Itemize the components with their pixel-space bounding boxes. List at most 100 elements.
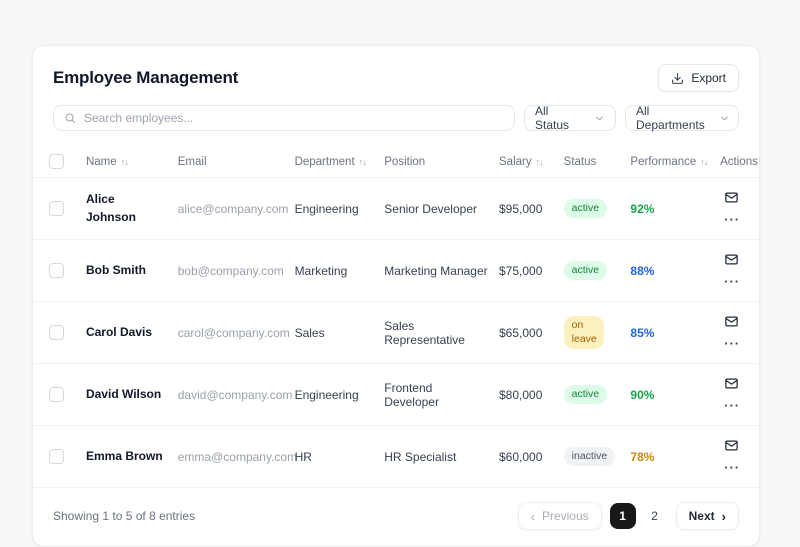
performance-value: 90% <box>630 387 655 402</box>
page-button-1[interactable]: 1 <box>609 503 636 529</box>
row-checkbox[interactable] <box>49 201 64 216</box>
column-header-position: Position <box>379 146 494 178</box>
actions-cell: ··· <box>715 363 759 426</box>
table-body: Alice Johnson alice@company.com Engineerin… <box>33 177 759 488</box>
column-header-department[interactable]: Department ↑↓ <box>289 146 380 178</box>
more-actions-button[interactable]: ··· <box>720 334 744 353</box>
previous-label: Previous <box>541 509 589 523</box>
employee-department: Engineering <box>289 177 380 240</box>
employee-email: david@company.com <box>172 363 292 426</box>
table-header-row: Name ↑↓ Email Department ↑↓ Position Salary ↑↓ S… <box>33 146 759 178</box>
employee-department: Sales <box>289 301 380 364</box>
employee-name: Emma Brown <box>80 425 173 488</box>
row-select-cell <box>33 363 81 426</box>
column-header-status: Status <box>558 146 626 178</box>
table-row: David Wilson david@company.com Engineering… <box>33 363 759 426</box>
column-label: Status <box>563 155 597 168</box>
status-badge: active <box>563 384 608 405</box>
employee-department: Engineering <box>289 363 380 426</box>
employee-salary: $60,000 <box>494 425 559 488</box>
envelope-icon <box>725 192 738 203</box>
status-badge: on leave <box>563 315 604 350</box>
more-actions-button[interactable]: ··· <box>720 272 744 291</box>
email-button[interactable] <box>720 312 743 334</box>
actions-cell: ··· <box>715 239 759 302</box>
previous-page-button[interactable]: ‹ Previous <box>517 502 602 530</box>
sort-icon: ↑↓ <box>120 156 129 167</box>
table-row: Carol Davis carol@company.com Sales Sales R… <box>33 301 759 364</box>
employee-performance-cell: 78% <box>625 425 716 488</box>
email-button[interactable] <box>720 188 743 210</box>
search-input[interactable] <box>84 111 504 125</box>
email-button[interactable] <box>720 436 743 458</box>
employee-status-cell: active <box>558 177 626 240</box>
employee-email: bob@company.com <box>172 239 290 302</box>
select-all-cell <box>33 146 81 178</box>
employee-table: Name ↑↓ Email Department ↑↓ Position Salary ↑↓ S… <box>33 146 759 488</box>
employee-status-cell: on leave <box>558 301 626 364</box>
chevron-down-icon <box>719 113 730 124</box>
column-header-name[interactable]: Name ↑↓ <box>80 146 173 178</box>
column-label: Email <box>177 155 207 168</box>
employee-status-cell: active <box>558 363 626 426</box>
employee-management-card: Employee Management Export All Status Al… <box>32 45 760 547</box>
column-label: Salary <box>499 155 532 168</box>
table-row: Alice Johnson alice@company.com Engineerin… <box>33 177 759 240</box>
search-box <box>53 105 515 131</box>
employee-position: Sales Representative <box>379 301 494 364</box>
email-button[interactable] <box>720 250 743 272</box>
row-select-cell <box>33 239 81 302</box>
status-badge: active <box>563 260 608 281</box>
department-filter-value: All Departments <box>636 104 705 132</box>
column-label: Actions <box>720 155 758 168</box>
employee-position: Marketing Manager <box>379 239 494 302</box>
employee-salary: $75,000 <box>494 239 559 302</box>
column-label: Performance <box>630 155 697 168</box>
performance-value: 85% <box>630 325 655 340</box>
employee-position: Frontend Developer <box>379 363 494 426</box>
envelope-icon <box>725 316 738 327</box>
pagination-pages: 12 <box>609 503 668 529</box>
email-button[interactable] <box>720 374 743 396</box>
column-header-salary[interactable]: Salary ↑↓ <box>494 146 559 178</box>
employee-name: Alice Johnson <box>80 177 173 240</box>
pagination: ‹ Previous 12 Next › <box>517 502 739 530</box>
employee-position: HR Specialist <box>379 425 494 488</box>
sort-icon: ↑↓ <box>358 156 367 167</box>
chevron-down-icon <box>594 113 605 124</box>
employee-salary: $65,000 <box>494 301 559 364</box>
department-filter-select[interactable]: All Departments <box>625 104 739 132</box>
status-filter-select[interactable]: All Status <box>524 104 616 132</box>
row-checkbox[interactable] <box>49 387 64 402</box>
chevron-left-icon: ‹ <box>530 508 535 524</box>
actions-cell: ··· <box>715 425 759 488</box>
actions-cell: ··· <box>715 177 759 240</box>
more-actions-button[interactable]: ··· <box>720 458 744 477</box>
download-icon <box>671 72 684 85</box>
sort-icon: ↑↓ <box>535 156 544 167</box>
employee-name: Bob Smith <box>80 239 173 302</box>
row-select-cell <box>33 425 81 488</box>
employee-status-cell: active <box>558 239 626 302</box>
row-checkbox[interactable] <box>49 325 64 340</box>
performance-value: 78% <box>630 449 655 464</box>
column-header-email: Email <box>172 146 290 178</box>
more-actions-button[interactable]: ··· <box>720 396 744 415</box>
row-checkbox[interactable] <box>49 263 64 278</box>
card-footer: Showing 1 to 5 of 8 entries ‹ Previous 1… <box>33 488 759 546</box>
column-header-performance[interactable]: Performance ↑↓ <box>625 146 716 178</box>
row-checkbox[interactable] <box>49 449 64 464</box>
export-button[interactable]: Export <box>658 64 739 92</box>
employee-department: HR <box>289 425 380 488</box>
envelope-icon <box>725 254 738 265</box>
column-label: Name <box>85 155 117 168</box>
page-button-2[interactable]: 2 <box>642 503 668 529</box>
chevron-right-icon: › <box>721 508 726 524</box>
next-page-button[interactable]: Next › <box>675 502 739 530</box>
page-title: Employee Management <box>53 68 239 87</box>
card-header: Employee Management Export <box>33 46 759 105</box>
employee-name: David Wilson <box>80 363 173 426</box>
select-all-checkbox[interactable] <box>49 154 64 169</box>
status-badge: inactive <box>563 446 616 467</box>
more-actions-button[interactable]: ··· <box>720 210 744 229</box>
